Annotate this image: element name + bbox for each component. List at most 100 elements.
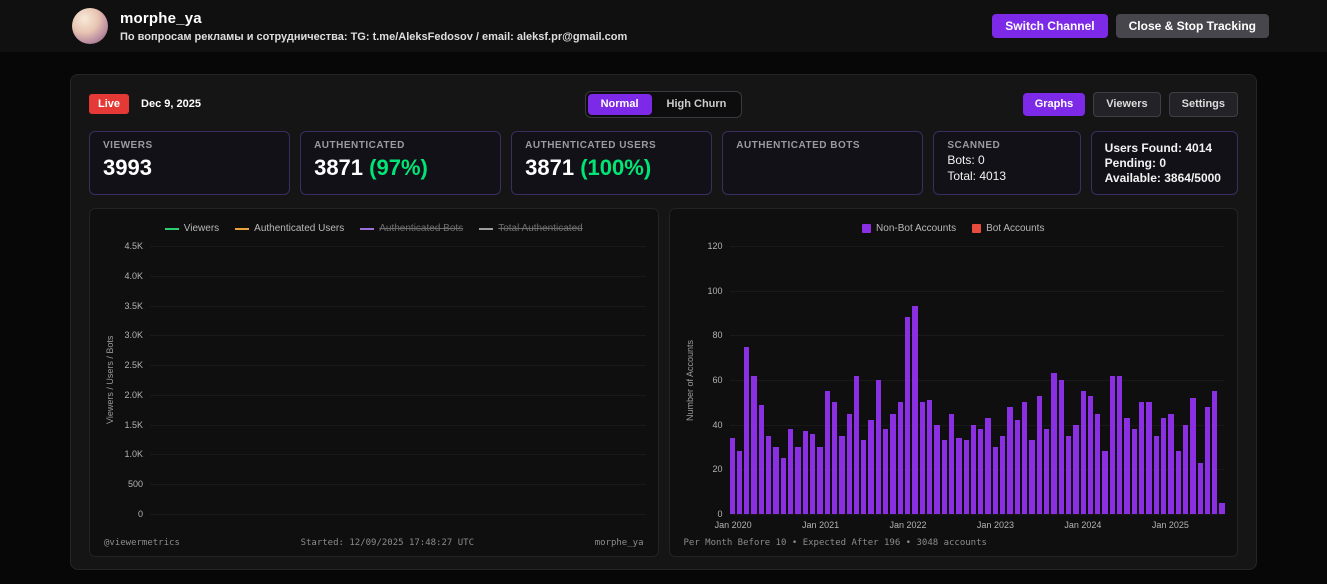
y-tick: 3.5K [124, 300, 143, 311]
stat-card-scanned: SCANNED Bots: 0 Total: 4013 [933, 131, 1081, 195]
mode-normal-button[interactable]: Normal [587, 93, 652, 115]
bar [912, 306, 918, 514]
legend-item-authenticated-bots[interactable]: Authenticated Bots [360, 223, 463, 234]
bar [751, 375, 757, 514]
legend-swatch-non-bot-accounts [862, 224, 872, 233]
bar [1219, 502, 1225, 514]
bar [1051, 373, 1057, 514]
y-tick: 60 [712, 375, 723, 385]
legend-label: Total Authenticated [498, 223, 583, 234]
bar [1175, 451, 1181, 514]
tab-settings[interactable]: Settings [1168, 91, 1239, 117]
users-found: Users Found: 4014 [1104, 141, 1213, 155]
bar [846, 413, 852, 514]
bar-chart-y-axis-label: Number of Accounts [684, 339, 695, 421]
stat-number: 3871 [314, 155, 364, 180]
bar [1146, 402, 1152, 514]
charts-row: Viewers Authenticated Users Authenticated … [89, 208, 1238, 557]
line-chart-y-axis: 4.5K 4.0K 3.5K 3.0K 2.5K 2.0K 1.5K 1.0K 500 0 [118, 241, 150, 519]
y-tick: 20 [712, 464, 723, 475]
bar-chart-legend: Non-Bot Accounts Bot Accounts [682, 217, 1226, 246]
legend-item-viewers[interactable]: Viewers [164, 223, 220, 234]
stat-label: AUTHENTICATED [314, 140, 405, 151]
y-tick: 4.0K [124, 270, 143, 281]
bar [897, 402, 903, 514]
bar [788, 429, 794, 514]
bar [773, 447, 779, 514]
bar [1109, 375, 1116, 514]
bar [795, 447, 801, 514]
stat-label: SCANNED [947, 140, 1001, 151]
x-tick: Jan 2020 [714, 520, 752, 530]
accounts-bar-chart: Non-Bot Accounts Bot Accounts Number of A… [668, 208, 1238, 557]
gridline [150, 246, 646, 247]
legend-item-total-authenticated[interactable]: Total Authenticated [479, 223, 583, 234]
bar [1036, 395, 1042, 514]
topbar-actions: Switch Channel Close & Stop Tracking [992, 14, 1269, 38]
y-tick: 2.0K [124, 389, 143, 400]
bar [839, 435, 845, 514]
x-tick: Jan 2023 [976, 520, 1014, 530]
close-stop-tracking-button[interactable]: Close & Stop Tracking [1115, 14, 1269, 38]
stat-value: 3993 [103, 155, 152, 180]
bar [1087, 395, 1094, 514]
bar [1000, 435, 1006, 514]
stat-percent: (100%) [580, 155, 652, 180]
bar [831, 402, 838, 514]
bar [978, 429, 984, 514]
bar [985, 417, 991, 514]
stat-value: 3871 (97%) [314, 155, 487, 181]
gridline [150, 394, 646, 396]
line-chart-x-axis [150, 514, 646, 534]
bars-container [729, 246, 1226, 514]
bar [861, 440, 867, 514]
bar-chart-plot-wrap: Number of Accounts 0 20 40 60 80 100 120 [682, 241, 1226, 519]
stat-card-authenticated-users: AUTHENTICATED USERS 3871 (100%) [511, 131, 713, 195]
gridline [150, 335, 646, 337]
tab-viewers[interactable]: Viewers [1093, 91, 1161, 117]
legend-label: Non-Bot Accounts [876, 223, 957, 234]
bar [905, 317, 911, 514]
available: Available: 3864/5000 [1104, 171, 1221, 185]
scanned-bots: Bots: 0 [947, 153, 985, 167]
stat-label: AUTHENTICATED USERS [525, 140, 657, 151]
line-chart-y-axis-label: Viewers / Users / Bots [105, 335, 115, 425]
channel-name: morphe_ya [120, 9, 202, 27]
bar [736, 451, 743, 514]
gridline [150, 454, 646, 456]
legend-item-non-bot-accounts[interactable]: Non-Bot Accounts [862, 223, 956, 234]
bar [802, 431, 808, 514]
legend-swatch-bot-accounts [972, 224, 982, 233]
gridline [150, 424, 646, 426]
bar [1168, 413, 1174, 514]
bar [1065, 435, 1072, 514]
mode-high-churn-button[interactable]: High Churn [654, 94, 740, 115]
bar [809, 433, 816, 514]
scanned-total: Total: 4013 [947, 169, 1007, 183]
top-header: morphe_ya По вопросам рекламы и сотрудни… [0, 0, 1327, 52]
chart-start-time: Started: 12/09/2025 17:48:27 UTC [300, 538, 474, 548]
legend-label: Authenticated Users [254, 223, 345, 234]
tab-graphs[interactable]: Graphs [1022, 92, 1086, 116]
bar [956, 438, 962, 514]
switch-channel-button[interactable]: Switch Channel [992, 14, 1108, 38]
bar [1204, 406, 1211, 514]
legend-item-authenticated-users[interactable]: Authenticated Users [235, 223, 344, 234]
bar [1029, 440, 1035, 514]
view-tabs: Graphs Viewers Settings [742, 91, 1239, 117]
legend-item-bot-accounts[interactable]: Bot Accounts [972, 223, 1044, 234]
x-tick: Jan 2022 [889, 520, 927, 530]
legend-label: Viewers [183, 223, 220, 234]
bar [1153, 435, 1159, 514]
channel-identity: morphe_ya По вопросам рекламы и сотрудни… [120, 10, 627, 43]
bar [948, 413, 955, 514]
bar [1022, 402, 1028, 514]
y-tick: 1.0K [124, 449, 143, 460]
x-tick: Jan 2021 [802, 520, 840, 530]
chart-channel-name: morphe_ya [594, 538, 644, 548]
bar [1102, 451, 1108, 514]
bar [919, 402, 925, 514]
avatar [72, 8, 108, 44]
line-chart-plot-area [150, 246, 646, 515]
gridline [150, 484, 646, 486]
